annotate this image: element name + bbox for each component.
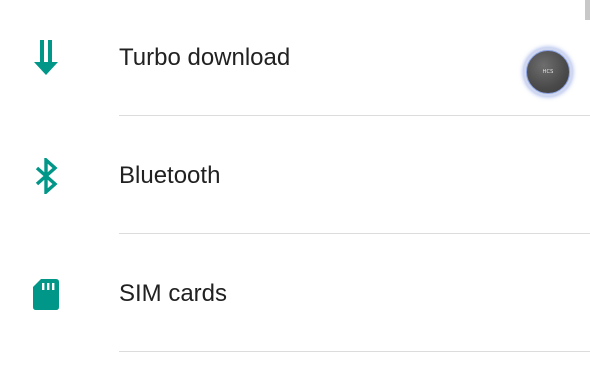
- sim-card-icon: [31, 276, 61, 312]
- settings-item-label: Turbo download: [119, 44, 291, 71]
- floating-assistant-icon: HCS: [526, 50, 570, 94]
- settings-item-bluetooth[interactable]: Bluetooth: [0, 118, 590, 236]
- settings-item-label: Bluetooth: [119, 162, 221, 189]
- divider: [119, 233, 590, 234]
- settings-item-sim-cards[interactable]: SIM cards: [0, 236, 590, 354]
- floating-assistant-button[interactable]: HCS: [523, 47, 573, 97]
- settings-item-label: SIM cards: [119, 280, 228, 307]
- floating-badge-text: HCS: [542, 69, 554, 75]
- settings-list: Turbo download Bluetooth SIM cards HCS: [0, 0, 590, 389]
- divider: [119, 115, 590, 116]
- down-arrows-icon: [31, 40, 61, 76]
- divider: [119, 351, 590, 352]
- settings-item-turbo-download[interactable]: Turbo download: [0, 0, 590, 118]
- bluetooth-icon: [31, 158, 61, 194]
